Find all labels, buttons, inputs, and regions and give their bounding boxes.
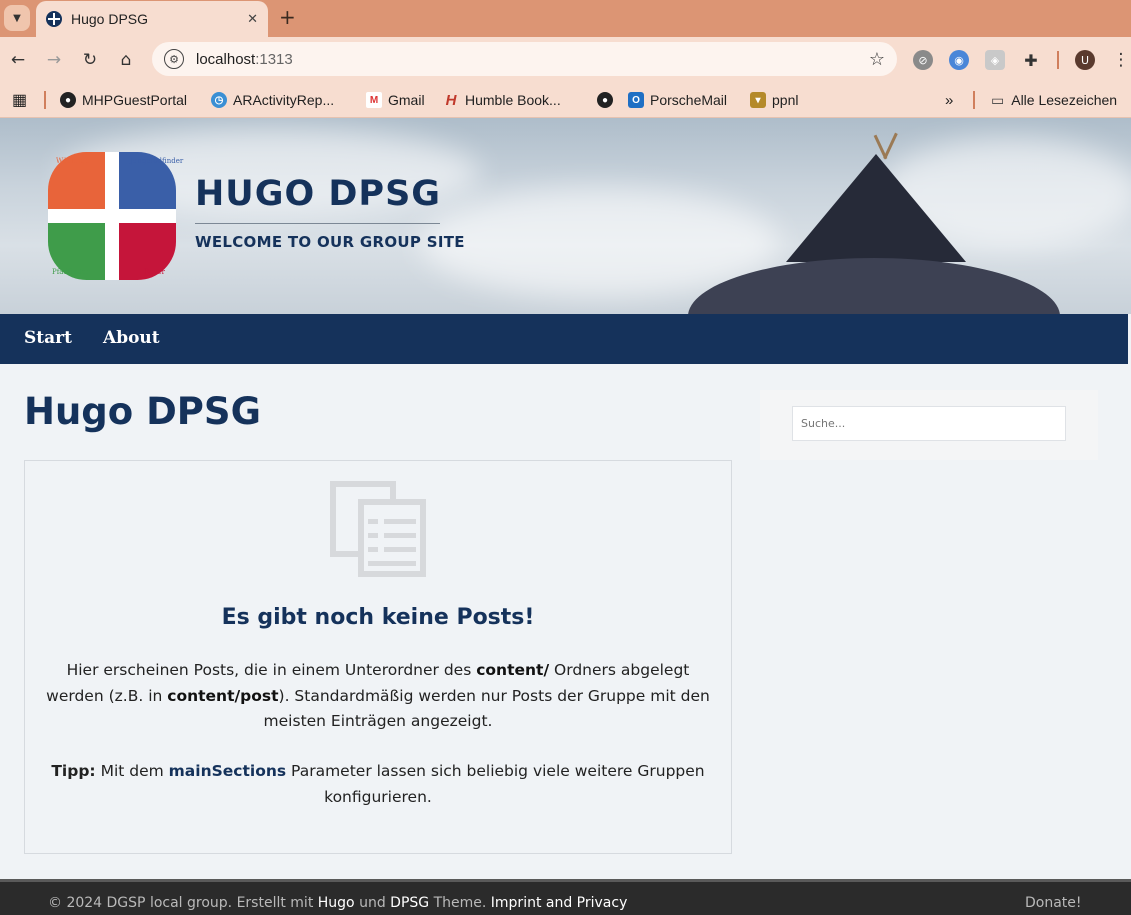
site-header: Wölflinge Jungpfadfinder Pfadfinder Rove… xyxy=(0,118,1131,314)
site-footer: © 2024 DGSP local group. Erstellt mit Hu… xyxy=(0,879,1131,915)
dpsg-link[interactable]: DPSG xyxy=(390,895,429,911)
puzzle-icon[interactable]: ✚ xyxy=(1021,50,1041,70)
apps-grid-icon[interactable]: ▦ xyxy=(12,89,27,111)
site-title[interactable]: HUGO DPSG xyxy=(195,174,441,214)
close-icon[interactable]: ✕ xyxy=(247,12,258,27)
all-bookmarks-folder[interactable]: ▭ Alle Lesezeichen xyxy=(991,89,1117,111)
clock-icon: ◷ xyxy=(211,92,227,108)
bookmarks-bar: ▦ ● MHPGuestPortal ◷ ARActivityRep... M Gma… xyxy=(0,82,1131,118)
menu-icon[interactable]: ⋮ xyxy=(1110,49,1131,71)
main-nav: Start About xyxy=(0,314,1128,364)
tent-top xyxy=(786,154,966,262)
footer-copyright: © 2024 DGSP local group. Erstellt mit Hu… xyxy=(48,895,628,911)
dpsg-favicon-icon xyxy=(46,11,62,27)
tip-text: Tipp: Mit dem mainSections Parameter las… xyxy=(51,762,705,806)
nav-item-start[interactable]: Start xyxy=(24,328,72,348)
logo-label: Rover xyxy=(144,268,165,276)
title-divider xyxy=(195,223,440,224)
back-icon[interactable]: ← xyxy=(7,49,29,71)
sidebar xyxy=(760,390,1098,460)
logo-label: Wölflinge xyxy=(56,157,90,165)
toolbar-separator xyxy=(1057,51,1059,69)
address-bar[interactable]: ⚙ localhost:1313 ☆ xyxy=(152,42,897,76)
donate-link[interactable]: Donate! xyxy=(1025,895,1082,911)
chevron-down-icon: ▼ xyxy=(13,12,21,24)
site-info-icon[interactable]: ⚙ xyxy=(164,49,184,69)
extension-mask-icon[interactable]: ◉ xyxy=(949,50,969,70)
globe-icon: ● xyxy=(60,92,76,108)
globe-icon: ● xyxy=(597,92,613,108)
page-title: Hugo DPSG xyxy=(24,390,261,433)
folder-icon: ▭ xyxy=(991,91,1005,108)
empty-state-title: Es gibt noch keine Posts! xyxy=(221,605,535,630)
dpsg-logo[interactable]: Wölflinge Jungpfadfinder Pfadfinder Rove… xyxy=(48,152,183,280)
hugo-link[interactable]: Hugo xyxy=(318,895,355,911)
bookmark-item[interactable]: ● xyxy=(597,89,619,111)
outlook-icon: O xyxy=(628,92,644,108)
bookmark-separator xyxy=(973,91,975,109)
bookmark-item[interactable]: O PorscheMail xyxy=(628,89,727,111)
tab-strip: ▼ Hugo DPSG ✕ + xyxy=(0,0,1131,37)
bookmark-separator xyxy=(44,91,46,109)
home-icon[interactable]: ⌂ xyxy=(115,49,137,71)
humble-icon: H xyxy=(445,91,457,109)
empty-state-card: Es gibt noch keine Posts! Hier erscheine… xyxy=(24,460,732,854)
bookmark-item[interactable]: M Gmail xyxy=(366,89,425,111)
avatar[interactable]: U xyxy=(1075,50,1095,70)
documents-icon xyxy=(330,481,430,581)
bookmark-star-icon[interactable]: ☆ xyxy=(869,49,885,70)
forward-icon[interactable]: → xyxy=(43,49,65,71)
site-subtitle: WELCOME TO OUR GROUP SITE xyxy=(195,233,465,251)
search-input[interactable] xyxy=(792,406,1066,441)
tab-title: Hugo DPSG xyxy=(71,11,149,27)
porsche-crest-icon: ▾ xyxy=(750,92,766,108)
bookmark-item[interactable]: ▾ ppnl xyxy=(750,89,798,111)
url-text: localhost:1313 xyxy=(196,50,293,68)
tab-search-button[interactable]: ▼ xyxy=(4,5,30,31)
logo-label: Jungpfadfinder xyxy=(130,157,184,165)
reload-icon[interactable]: ↻ xyxy=(79,49,101,71)
extension-shield-icon[interactable]: ◈ xyxy=(985,50,1005,70)
browser-tab[interactable]: Hugo DPSG ✕ xyxy=(36,1,268,37)
new-tab-icon[interactable]: + xyxy=(279,6,296,28)
imprint-link[interactable]: Imprint and Privacy xyxy=(491,895,628,911)
browser-toolbar: ← → ↻ ⌂ ⚙ localhost:1313 ☆ ⊘ ◉ ◈ ✚ U ⋮ xyxy=(0,37,1131,82)
bookmark-item[interactable]: ● MHPGuestPortal xyxy=(60,89,187,111)
more-bookmarks-icon[interactable]: » xyxy=(945,89,953,111)
bookmark-item[interactable]: H Humble Book... xyxy=(443,89,561,111)
extension-icon[interactable]: ⊘ xyxy=(913,50,933,70)
gmail-icon: M xyxy=(366,92,382,108)
nav-item-about[interactable]: About xyxy=(103,328,160,348)
bookmark-item[interactable]: ◷ ARActivityRep... xyxy=(211,89,334,111)
empty-state-text: Hier erscheinen Posts, die in einem Unte… xyxy=(46,661,710,730)
logo-label: Pfadfinder xyxy=(52,268,90,276)
